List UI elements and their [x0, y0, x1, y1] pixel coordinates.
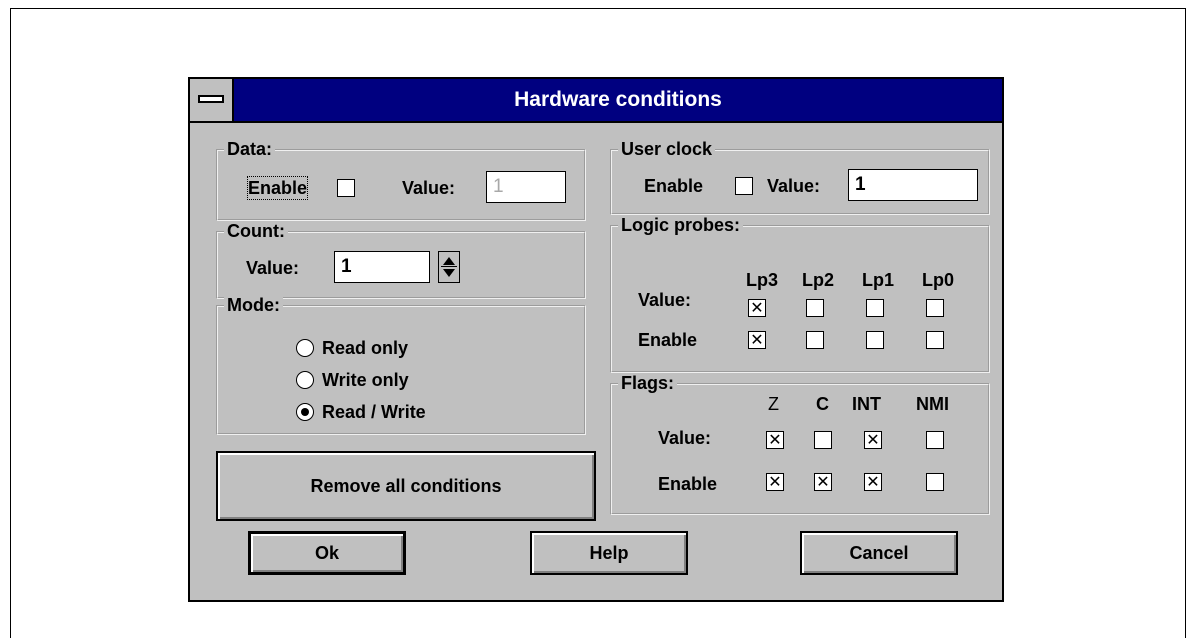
flag-value-nmi-checkbox[interactable] [926, 431, 944, 449]
spin-up-icon[interactable] [443, 257, 455, 265]
count-value-input[interactable]: 1 [334, 251, 430, 283]
probe-enable-lp3-checkbox[interactable]: ✕ [748, 331, 766, 349]
probe-enable-lp0-checkbox[interactable] [926, 331, 944, 349]
remove-all-conditions-button[interactable]: Remove all conditions [216, 451, 596, 521]
flag-col-c: C [816, 394, 829, 414]
logic-probes-group: Logic probes: Lp3 Lp2 Lp1 Lp0 Value: Ena… [610, 215, 990, 373]
count-value-label: Value: [246, 258, 300, 278]
probe-value-lp0-checkbox[interactable] [926, 299, 944, 317]
flag-value-int-checkbox[interactable]: ✕ [864, 431, 882, 449]
flags-label: Flags: [618, 373, 678, 393]
count-group: Count: Value: 1 [216, 221, 586, 299]
flags-group: Flags: Z C INT NMI Value: Enable ✕ ✕ ✕ ✕… [610, 373, 990, 515]
probe-enable-lp1-checkbox[interactable] [866, 331, 884, 349]
flag-enable-label: Enable [658, 474, 718, 494]
radio-write-only[interactable] [296, 371, 314, 389]
probe-col-lp3: Lp3 [746, 270, 779, 290]
user-clock-label: User clock [618, 139, 716, 159]
system-menu-icon[interactable] [190, 79, 234, 121]
mode-group: Mode: Read only Write only Read / Write [216, 295, 586, 435]
spin-down-icon[interactable] [443, 269, 455, 277]
flag-enable-nmi-checkbox[interactable] [926, 473, 944, 491]
mode-option-read-only[interactable]: Read only [322, 337, 408, 359]
data-group: Data: Enable Value: 1 [216, 139, 586, 221]
data-enable-checkbox[interactable] [337, 179, 355, 197]
flag-value-label: Value: [658, 428, 712, 448]
flag-enable-c-checkbox[interactable]: ✕ [814, 473, 832, 491]
flag-value-z-checkbox[interactable]: ✕ [766, 431, 784, 449]
mode-option-read-write[interactable]: Read / Write [322, 401, 426, 423]
probe-value-lp2-checkbox[interactable] [806, 299, 824, 317]
radio-read-write[interactable] [296, 403, 314, 421]
mode-option-write-only[interactable]: Write only [322, 369, 409, 391]
data-enable-label: Enable [246, 176, 309, 200]
radio-read-only[interactable] [296, 339, 314, 357]
count-spinner[interactable] [438, 251, 460, 283]
probe-enable-lp2-checkbox[interactable] [806, 331, 824, 349]
cancel-button[interactable]: Cancel [800, 531, 958, 575]
clock-value-label: Value: [767, 176, 821, 196]
probe-col-lp1: Lp1 [862, 270, 895, 290]
data-value-label: Value: [402, 178, 456, 198]
count-group-label: Count: [224, 221, 288, 241]
clock-value-input[interactable]: 1 [848, 169, 978, 201]
flag-value-c-checkbox[interactable] [814, 431, 832, 449]
data-group-label: Data: [224, 139, 276, 159]
mode-group-label: Mode: [224, 295, 283, 315]
hardware-conditions-dialog: Hardware conditions Data: Enable Value: … [188, 77, 1004, 602]
probe-value-lp1-checkbox[interactable] [866, 299, 884, 317]
help-button[interactable]: Help [530, 531, 688, 575]
clock-enable-label: Enable [644, 176, 704, 196]
dialog-title: Hardware conditions [514, 88, 722, 111]
probe-col-lp0: Lp0 [922, 270, 955, 290]
flag-enable-int-checkbox[interactable]: ✕ [864, 473, 882, 491]
clock-enable-checkbox[interactable] [735, 177, 753, 195]
user-clock-group: User clock Enable Value: 1 [610, 139, 990, 215]
probe-value-label: Value: [638, 290, 692, 310]
probe-value-lp3-checkbox[interactable]: ✕ [748, 299, 766, 317]
flag-col-z: Z [768, 394, 779, 414]
title-bar: Hardware conditions [190, 79, 1002, 123]
probe-enable-label: Enable [638, 330, 698, 350]
ok-button[interactable]: Ok [248, 531, 406, 575]
probe-col-lp2: Lp2 [802, 270, 835, 290]
data-value-input[interactable]: 1 [486, 171, 566, 203]
flag-col-nmi: NMI [916, 394, 949, 414]
logic-probes-label: Logic probes: [618, 215, 744, 235]
flag-col-int: INT [852, 394, 881, 414]
flag-enable-z-checkbox[interactable]: ✕ [766, 473, 784, 491]
